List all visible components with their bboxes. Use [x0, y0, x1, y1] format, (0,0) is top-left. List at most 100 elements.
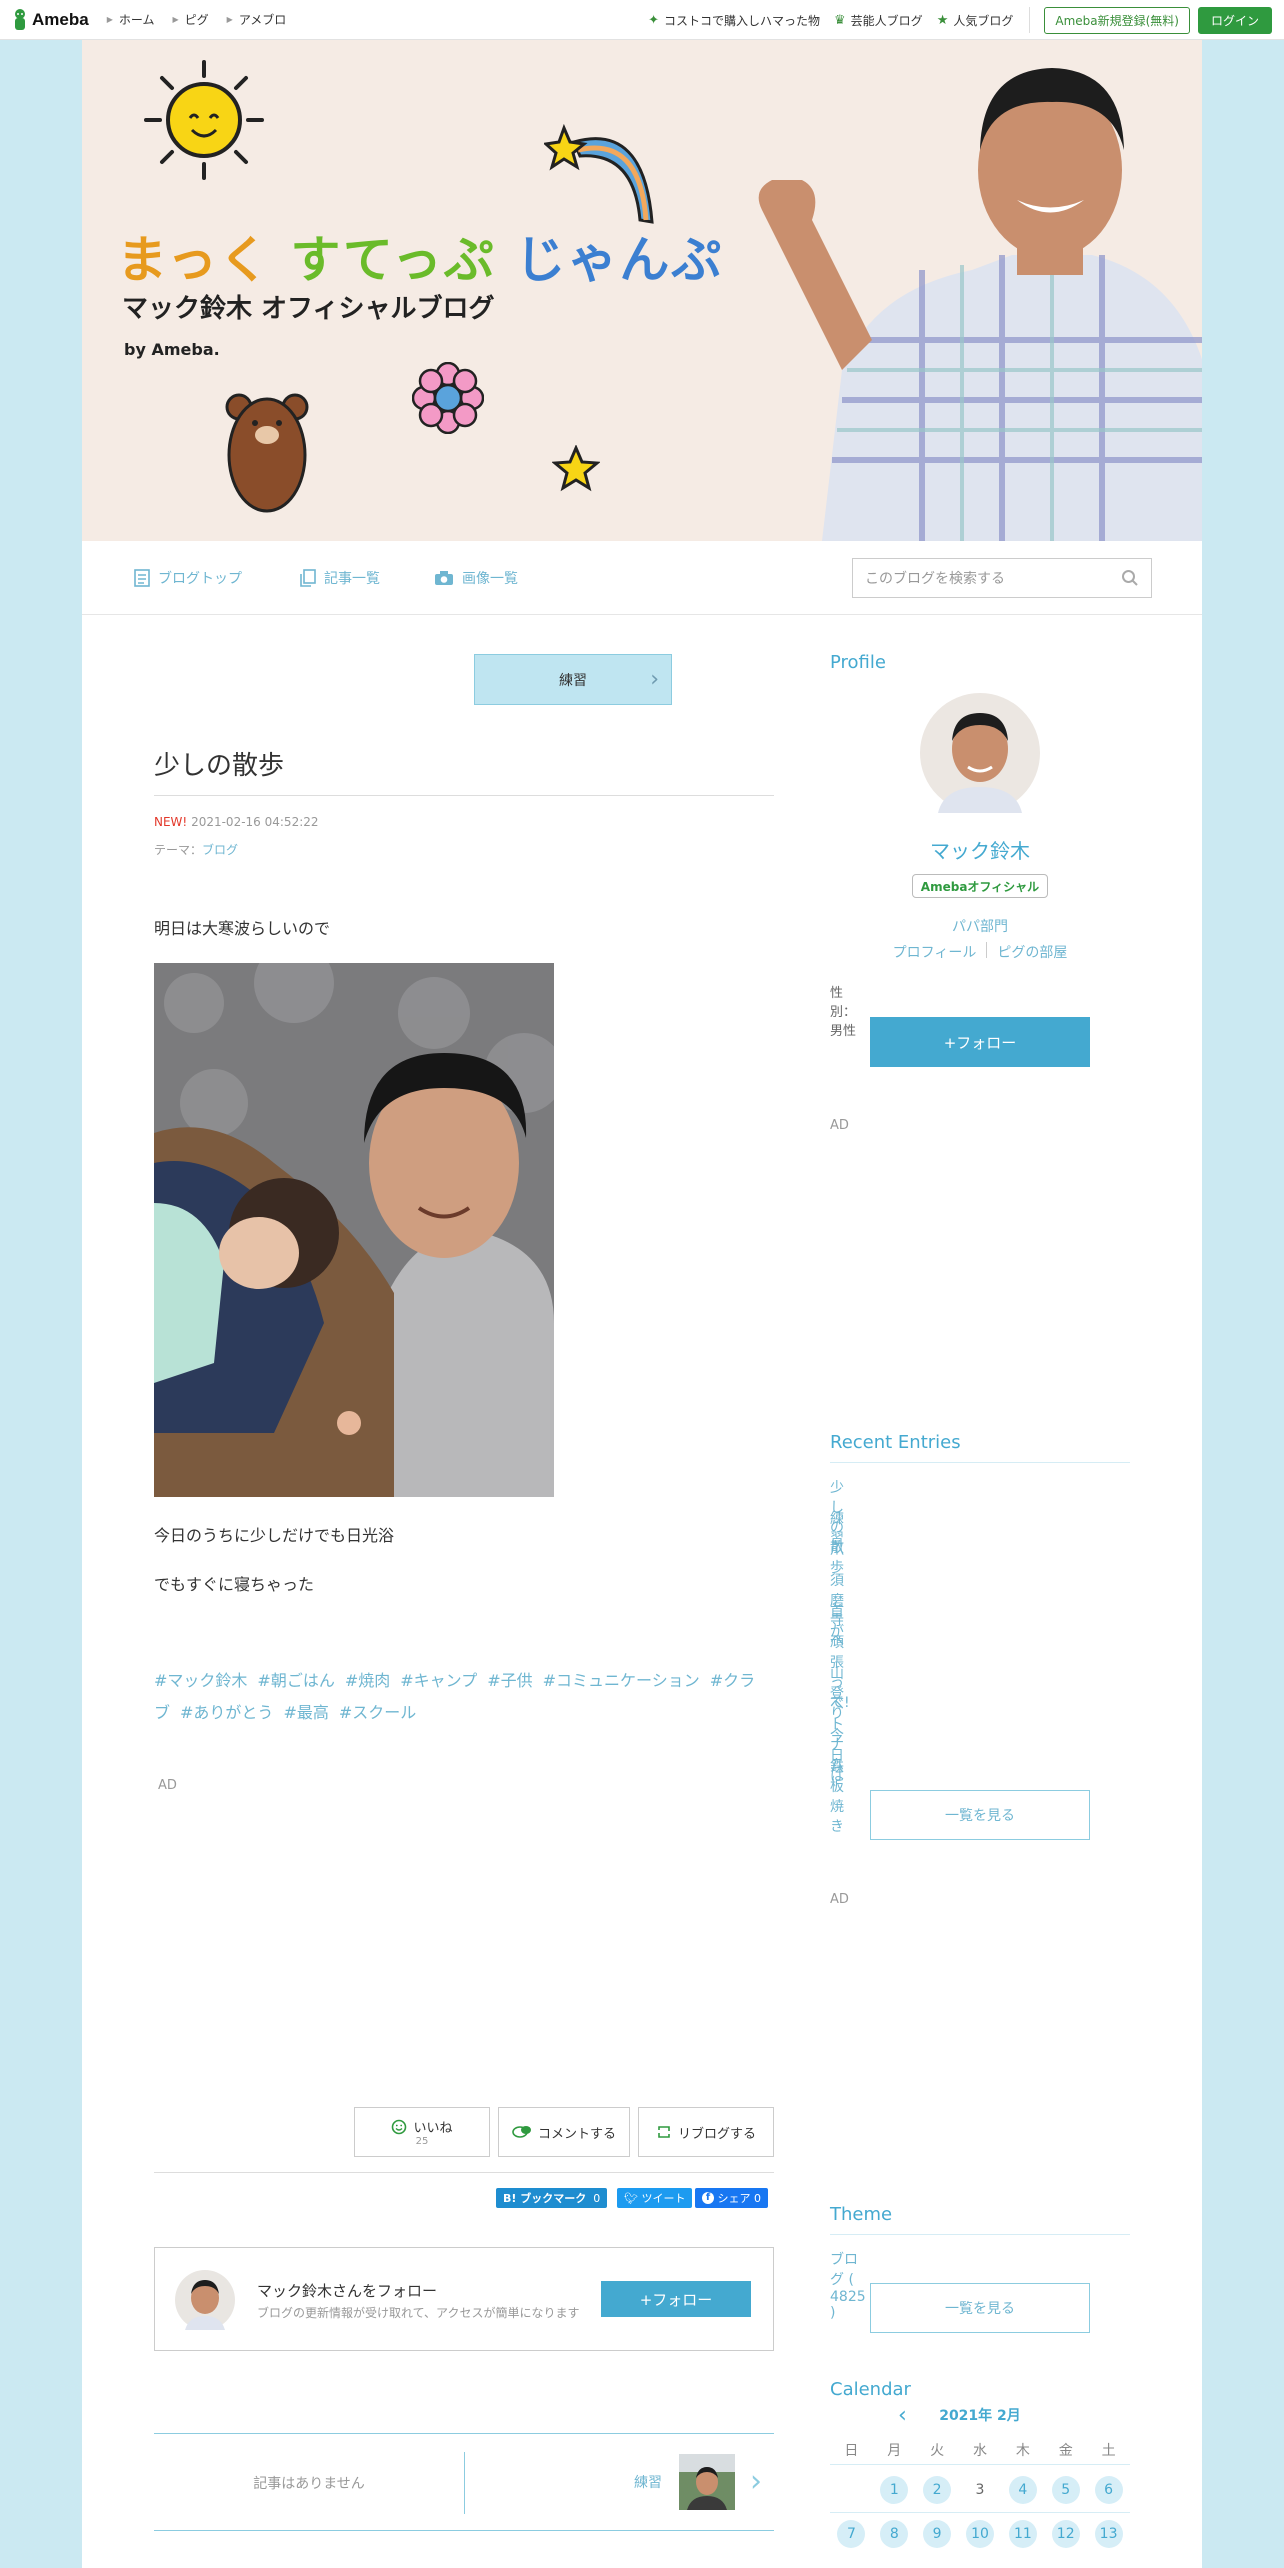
hashtag[interactable]: #マック鈴木: [154, 1671, 247, 1690]
calendar-day[interactable]: 5: [1044, 2474, 1087, 2506]
calendar-day[interactable]: 2: [916, 2474, 959, 2506]
weekday: 水: [973, 2443, 987, 2459]
blog-header-banner[interactable]: まっく すてっぷ じゃんぷ マック鈴木 オフィシャルブログ by Ameba.: [82, 40, 1202, 541]
calendar-day[interactable]: 11: [1001, 2518, 1044, 2550]
document-icon: [134, 569, 150, 587]
like-count: 25: [415, 2136, 429, 2147]
theme-link[interactable]: ブログ ( 4825 ): [830, 2249, 866, 2321]
search-icon[interactable]: [1121, 569, 1139, 587]
calendar-day: 3: [975, 2482, 985, 2498]
calendar-day-empty: [830, 2474, 873, 2506]
hatena-bookmark-button[interactable]: B! ブックマーク 0: [496, 2188, 608, 2208]
theme-link[interactable]: ブログ: [202, 843, 238, 857]
tweet-button[interactable]: 🐦︎ ツイート: [617, 2188, 693, 2208]
calendar-day[interactable]: 7: [830, 2518, 873, 2550]
reblog-button[interactable]: リブログする: [638, 2107, 774, 2157]
day-number: 4: [1008, 2476, 1037, 2504]
hatena-count: 0: [593, 2191, 601, 2205]
calendar-day[interactable]: 12: [1044, 2518, 1087, 2550]
profile-links: プロフィール ピグの部屋: [830, 942, 1130, 962]
triangle-icon: ▶: [226, 15, 233, 24]
prev-entry-button[interactable]: 練習 ›: [474, 654, 672, 705]
hashtag[interactable]: #焼肉: [345, 1671, 390, 1690]
link-celebrity-blog[interactable]: ♛ 芸能人ブログ: [834, 12, 923, 29]
calendar-heading: Calendar: [830, 2379, 911, 2400]
next-entry-thumbnail[interactable]: [679, 2454, 735, 2510]
register-button[interactable]: Ameba新規登録(無料): [1044, 6, 1190, 34]
profile-avatar[interactable]: [920, 693, 1040, 813]
calendar-day[interactable]: 9: [916, 2518, 959, 2550]
chevron-right-icon[interactable]: ›: [750, 2464, 762, 2499]
shooting-star-icon: [544, 123, 654, 224]
calendar-day[interactable]: 13: [1087, 2518, 1130, 2550]
see-all-entries-button[interactable]: 一覧を見る: [870, 1790, 1090, 1840]
calendar-day[interactable]: 1: [873, 2474, 916, 2506]
hashtag[interactable]: #キャンプ: [400, 1671, 477, 1690]
chevron-left-icon[interactable]: ‹: [898, 2403, 907, 2428]
calendar-day[interactable]: 8: [873, 2518, 916, 2550]
star-icon: [552, 445, 600, 492]
hashtag[interactable]: #最高: [283, 1703, 328, 1722]
comment-button[interactable]: コメントする: [498, 2107, 630, 2157]
weekday: 月: [887, 2443, 902, 2459]
profile-link[interactable]: プロフィール: [893, 942, 977, 962]
calendar-day[interactable]: 6: [1087, 2474, 1130, 2506]
link-costco[interactable]: ✦ コストコで購入しハマった物: [648, 12, 820, 29]
hashtag[interactable]: #朝ごはん: [257, 1671, 334, 1690]
day-number: 9: [923, 2520, 952, 2548]
avatar[interactable]: [175, 2270, 235, 2330]
bear-icon: [225, 393, 309, 513]
link-popular-blog[interactable]: ★ 人気ブログ: [937, 12, 1014, 29]
nav-blog-top[interactable]: ブログトップ: [134, 568, 242, 588]
facebook-icon: f: [702, 2192, 714, 2204]
divider: [986, 942, 988, 958]
search-placeholder: このブログを検索する: [865, 571, 1005, 587]
recent-entry-link[interactable]: 鉄板焼き: [830, 1756, 844, 1836]
profile-gender: 性別：男性: [830, 986, 857, 1039]
ad-label: AD: [830, 1892, 849, 1907]
divider: [154, 2172, 774, 2173]
twitter-icon: 🐦︎: [624, 2191, 638, 2205]
follow-button[interactable]: +フォロー: [601, 2281, 751, 2317]
calendar-month-nav: ‹ 2021年 2月: [830, 2403, 1130, 2428]
day-number: 5: [1051, 2476, 1080, 2504]
link-celebrity-label: 芸能人ブログ: [850, 13, 923, 28]
calendar-day[interactable]: 4: [1001, 2474, 1044, 2506]
day-number: 10: [966, 2520, 994, 2548]
profile-group-link[interactable]: パパ部門: [830, 916, 1130, 936]
nav-pigg[interactable]: ▶ ピグ: [172, 11, 208, 28]
hatena-label: B! ブックマーク: [503, 2192, 587, 2205]
login-button[interactable]: ログイン: [1197, 6, 1272, 34]
blog-search-input[interactable]: このブログを検索する: [852, 558, 1152, 598]
facebook-share-count: 0: [754, 2191, 761, 2205]
banner-title-b: すてっぷ: [290, 231, 496, 289]
divider: [830, 1462, 1130, 1463]
facebook-share-button[interactable]: f シェア 0: [695, 2188, 768, 2208]
logo-text: Ameba: [32, 9, 89, 29]
pig-room-link[interactable]: ピグの部屋: [997, 942, 1067, 962]
hashtag[interactable]: #スクール: [339, 1703, 416, 1722]
nav-image-list[interactable]: 画像一覧: [434, 568, 518, 588]
recent-entry-link[interactable]: 爪: [830, 1539, 844, 1559]
hashtag[interactable]: #子供: [487, 1671, 532, 1690]
hashtag[interactable]: #コミュニケーション: [543, 1671, 700, 1690]
entry-photo[interactable]: [154, 963, 554, 1497]
like-button[interactable]: いいね 25: [354, 2107, 490, 2157]
next-entry-link[interactable]: 練習: [634, 2472, 662, 2492]
triangle-icon: ▶: [106, 15, 113, 24]
reblog-label: リブログする: [677, 2126, 756, 2142]
divider: [830, 2464, 1130, 2465]
sidebar-follow-button[interactable]: +フォロー: [870, 1017, 1090, 1067]
nav-home[interactable]: ▶ ホーム: [107, 11, 155, 28]
see-all-themes-button[interactable]: 一覧を見る: [870, 2283, 1090, 2333]
divider: [1029, 7, 1031, 33]
banner-by-ameba: by Ameba.: [124, 340, 220, 359]
calendar-day[interactable]: 10: [959, 2518, 1002, 2550]
entry-title[interactable]: 少しの散歩: [154, 745, 284, 782]
ameba-logo[interactable]: Ameba: [12, 8, 89, 32]
day-number: 11: [1008, 2520, 1037, 2548]
profile-name[interactable]: マック鈴木: [830, 835, 1130, 864]
nav-entry-list[interactable]: 記事一覧: [300, 568, 380, 588]
hashtag[interactable]: #ありがとう: [180, 1703, 273, 1722]
nav-ameblo[interactable]: ▶ アメブロ: [227, 11, 287, 28]
